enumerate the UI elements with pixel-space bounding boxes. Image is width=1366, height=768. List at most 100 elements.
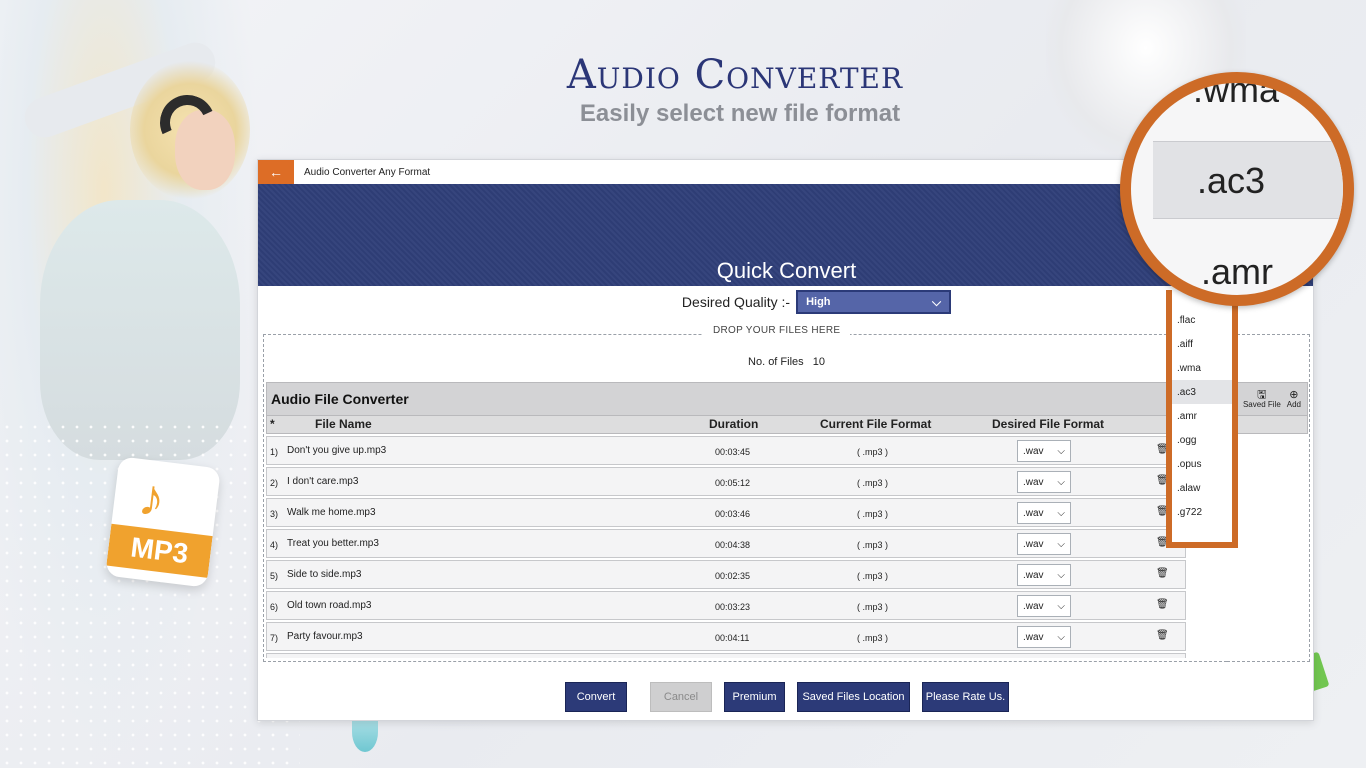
hero-title: Audio Converter — [566, 52, 904, 98]
row-format-dropdown[interactable]: .wav ⌵ — [1017, 533, 1071, 555]
music-note-icon: ♪ — [135, 468, 169, 529]
row-format-value: .wav — [1023, 600, 1044, 612]
trash-icon[interactable]: 🗑 — [1156, 599, 1169, 610]
row-index: 1) — [270, 447, 279, 457]
format-option[interactable]: .flac — [1172, 308, 1232, 332]
converter-title: Audio File Converter — [271, 391, 409, 407]
trash-icon[interactable]: 🗑 — [1156, 630, 1169, 641]
quality-value: High — [806, 296, 831, 308]
file-count-label: No. of Files — [748, 356, 804, 368]
table-row: 5) Side to side.mp3 00:02:35 ( .mp3 ) .w… — [266, 560, 1186, 589]
row-format-dropdown[interactable]: .wav ⌵ — [1017, 564, 1071, 586]
back-button[interactable]: ← — [258, 160, 294, 184]
table-row: 1) Don't you give up.mp3 00:03:45 ( .mp3… — [266, 436, 1186, 465]
add-circle-icon: ⊕ — [1289, 388, 1299, 401]
magnified-option-selected: .ac3 — [1153, 141, 1343, 219]
row-current-format: ( .mp3 ) — [857, 571, 889, 581]
row-index: 7) — [270, 633, 279, 643]
row-current-format: ( .mp3 ) — [857, 509, 889, 519]
chevron-down-icon: ⌵ — [1057, 569, 1065, 581]
file-list: 1) Don't you give up.mp3 00:03:45 ( .mp3… — [266, 436, 1186, 658]
format-dropdown-list: .flac .aiff .wma .ac3 .amr .ogg .opus .a… — [1166, 290, 1238, 548]
chevron-down-icon: ⌵ — [1057, 631, 1065, 643]
format-option[interactable]: .ogg — [1172, 428, 1232, 452]
row-index: 3) — [270, 509, 279, 519]
quality-dropdown[interactable]: High ⌵ — [796, 290, 952, 314]
row-format-dropdown[interactable]: .wav ⌵ — [1017, 440, 1071, 462]
row-format-value: .wav — [1023, 538, 1044, 550]
magnified-option-selected-label: .ac3 — [1197, 160, 1266, 201]
format-option[interactable]: .wma — [1172, 356, 1232, 380]
row-file-name: Treat you better.mp3 — [287, 538, 379, 549]
converter-actions: 🖫 Saved File ⊕ Add — [1243, 389, 1301, 410]
format-option[interactable]: .g722 — [1172, 500, 1232, 524]
column-star: * — [270, 417, 275, 431]
row-format-value: .wav — [1023, 631, 1044, 643]
row-file-name: Don't you give up.mp3 — [287, 445, 387, 456]
magnifier-callout: .wma .ac3 .amr — [1120, 72, 1354, 306]
add-label: Add — [1286, 399, 1301, 409]
rate-us-button[interactable]: Please Rate Us. — [922, 682, 1009, 712]
row-format-value: .wav — [1023, 507, 1044, 519]
row-index: 6) — [270, 602, 279, 612]
format-option[interactable]: .opus — [1172, 452, 1232, 476]
chevron-down-icon: ⌵ — [931, 294, 942, 309]
row-index: 2) — [270, 478, 279, 488]
row-format-value: .wav — [1023, 445, 1044, 457]
mp3-sticker-left: ♪ MP3 — [105, 456, 221, 588]
converter-header: Audio File Converter 🖫 Saved File ⊕ Add — [266, 382, 1308, 416]
row-duration: 00:02:35 — [715, 571, 751, 581]
saved-files-location-button[interactable]: Saved Files Location — [797, 682, 910, 712]
row-current-format: ( .mp3 ) — [857, 633, 889, 643]
column-file-name: File Name — [315, 417, 372, 431]
trash-icon[interactable]: 🗑 — [1156, 568, 1169, 579]
row-format-value: .wav — [1023, 569, 1044, 581]
row-file-name: Walk me home.mp3 — [287, 507, 376, 518]
row-file-name: Old town road.mp3 — [287, 600, 372, 611]
chevron-down-icon: ⌵ — [1057, 445, 1065, 457]
row-duration: 00:04:38 — [715, 540, 751, 550]
drop-zone-label: DROP YOUR FILES HERE — [703, 325, 851, 336]
row-current-format: ( .mp3 ) — [857, 540, 889, 550]
row-index: 5) — [270, 571, 279, 581]
table-row: 3) Walk me home.mp3 00:03:46 ( .mp3 ) .w… — [266, 498, 1186, 527]
row-duration: 00:05:12 — [715, 478, 751, 488]
format-option[interactable]: .alaw — [1172, 476, 1232, 500]
quality-row: Desired Quality :- High ⌵ — [258, 290, 1315, 314]
row-file-name: Party favour.mp3 — [287, 631, 363, 642]
row-format-dropdown[interactable]: .wav ⌵ — [1017, 471, 1071, 493]
row-file-name: I don't care.mp3 — [287, 476, 359, 487]
add-button[interactable]: ⊕ Add — [1287, 389, 1301, 410]
table-row: 2) I don't care.mp3 00:05:12 ( .mp3 ) .w… — [266, 467, 1186, 496]
format-option[interactable]: .aiff — [1172, 332, 1232, 356]
table-row: 4) Treat you better.mp3 00:04:38 ( .mp3 … — [266, 529, 1186, 558]
back-arrow-icon: ← — [269, 164, 283, 180]
mp3-sticker-label: MP3 — [106, 523, 213, 578]
row-index: 4) — [270, 540, 279, 550]
format-option[interactable]: .amr — [1172, 404, 1232, 428]
table-row: 6) Old town road.mp3 00:03:23 ( .mp3 ) .… — [266, 591, 1186, 620]
save-icon: 🖫 — [1257, 388, 1267, 401]
cancel-button[interactable]: Cancel — [650, 682, 712, 712]
convert-button[interactable]: Convert — [565, 682, 627, 712]
row-duration: 00:03:46 — [715, 509, 751, 519]
row-format-value: .wav — [1023, 476, 1044, 488]
row-format-dropdown[interactable]: .wav ⌵ — [1017, 595, 1071, 617]
saved-file-button[interactable]: 🖫 Saved File — [1243, 389, 1281, 410]
file-count: No. of Files 10 — [258, 356, 1315, 368]
quality-label: Desired Quality :- — [681, 294, 791, 310]
row-current-format: ( .mp3 ) — [857, 602, 889, 612]
row-current-format: ( .mp3 ) — [857, 478, 889, 488]
row-format-dropdown[interactable]: .wav ⌵ — [1017, 502, 1071, 524]
column-header-row: * File Name Duration Current File Format… — [266, 416, 1308, 434]
row-file-name: Side to side.mp3 — [287, 569, 362, 580]
chevron-down-icon: ⌵ — [1057, 600, 1065, 612]
row-duration: 00:04:11 — [715, 633, 750, 643]
format-option-selected[interactable]: .ac3 — [1172, 380, 1232, 404]
premium-button[interactable]: Premium — [724, 682, 785, 712]
row-format-dropdown[interactable]: .wav ⌵ — [1017, 626, 1071, 648]
column-current-format: Current File Format — [820, 417, 932, 431]
row-duration: 00:03:45 — [715, 447, 751, 457]
column-desired-format: Desired File Format — [992, 417, 1105, 431]
row-current-format: ( .mp3 ) — [857, 447, 889, 457]
